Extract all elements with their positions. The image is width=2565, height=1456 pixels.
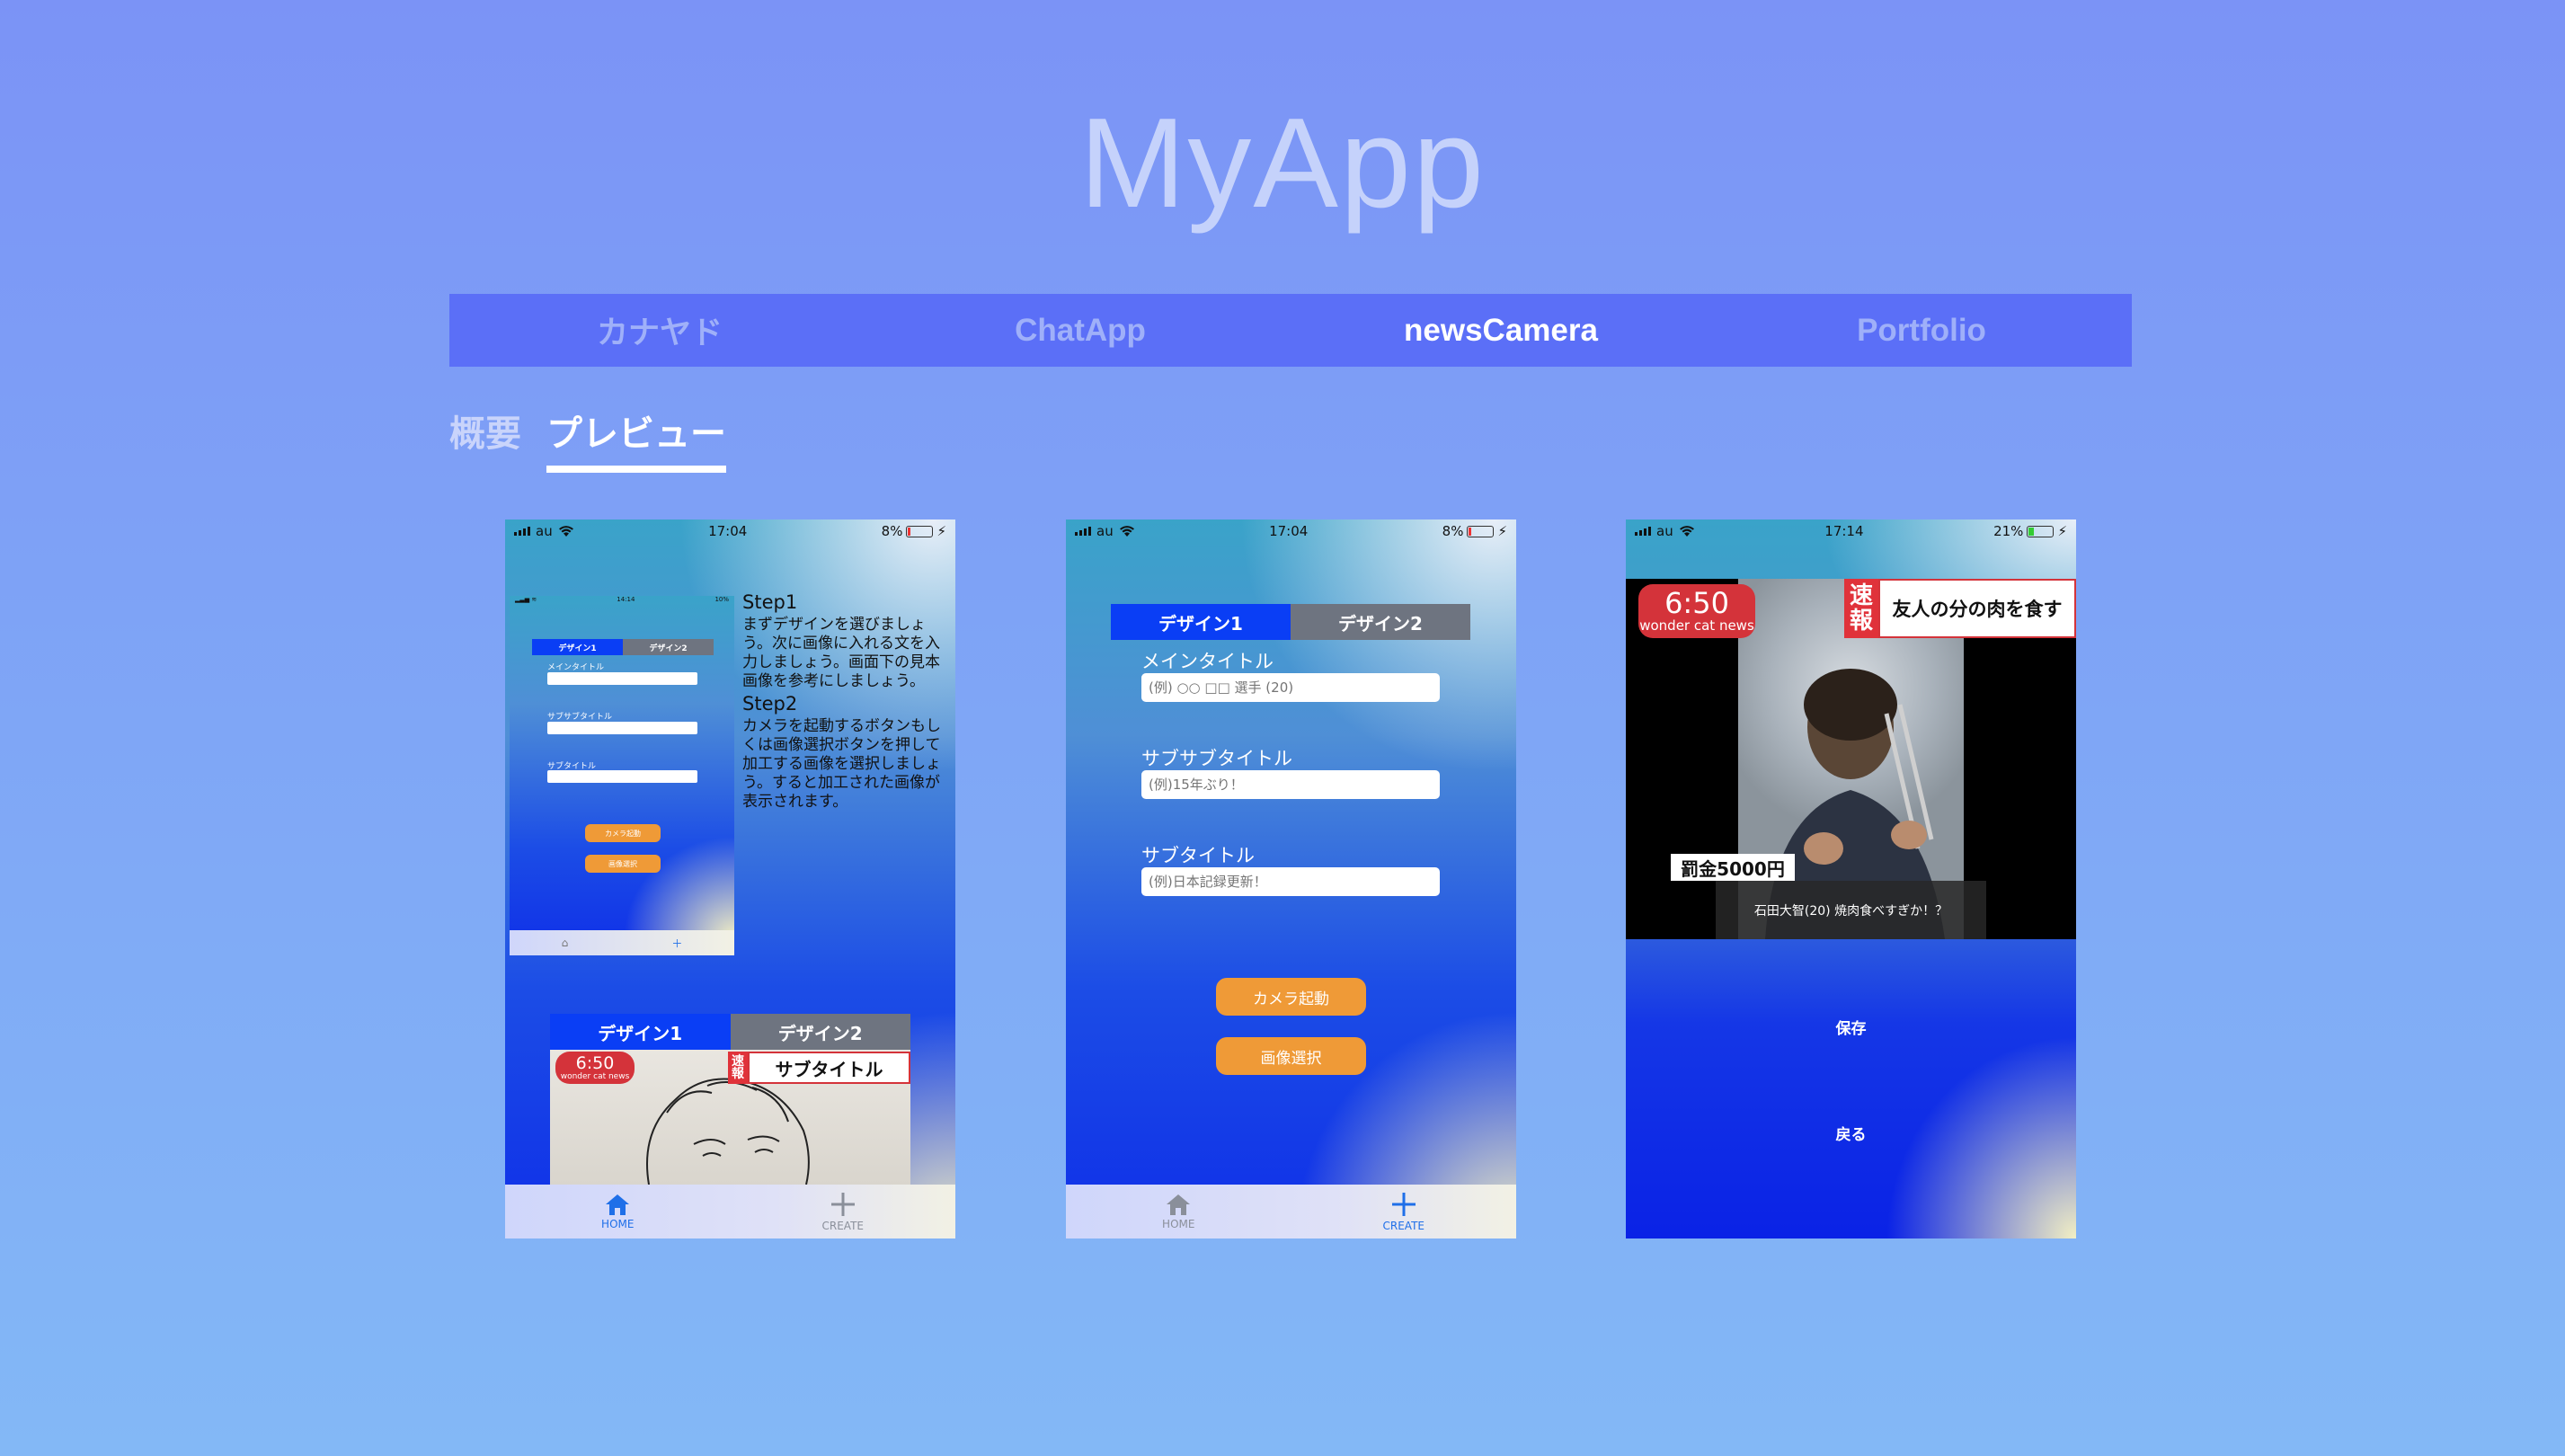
tab-bar: HOME CREATE [1066, 1185, 1516, 1238]
carrier-label: au [1656, 523, 1673, 539]
sample-seg-design1[interactable]: デザイン1 [550, 1014, 731, 1050]
sub-title-input[interactable] [1141, 867, 1440, 896]
subsub-title-input[interactable] [1141, 770, 1440, 799]
mini-input-sub [547, 770, 697, 783]
wifi-icon [1119, 525, 1134, 537]
back-button[interactable]: 戻る [1626, 1122, 2076, 1144]
step1-title: Step1 [742, 591, 798, 613]
nav-item-portfolio[interactable]: Portfolio [1711, 294, 2132, 367]
tab-create[interactable]: CREATE [731, 1185, 956, 1238]
step-instructions: Step1 まずデザインを選びましょう。次に画像に入れる文を入力しましょう。画面… [742, 593, 951, 812]
seg-design2[interactable]: デザイン2 [1291, 604, 1470, 640]
mini-image-button: 画像選択 [585, 855, 661, 873]
mini-input-subsub [547, 722, 697, 734]
battery-percent: 21% [1993, 523, 2024, 539]
mini-input-main [547, 672, 697, 685]
sample-time-badge: 6:50 wonder cat news [555, 1052, 635, 1084]
plus-icon [1391, 1193, 1416, 1216]
news-image-output: 6:50 wonder cat news 速報 友人の分の肉を食す 罰金5000… [1626, 579, 2076, 939]
nav-item-newscamera[interactable]: newsCamera [1291, 294, 1711, 367]
tab-overview[interactable]: 概要 [449, 404, 521, 473]
signal-icon [514, 527, 530, 536]
sample-design-segment: デザイン1 デザイン2 [550, 1014, 910, 1050]
news-time: 6:50 [1664, 586, 1729, 620]
battery-icon: 8% ⚡ [1442, 523, 1507, 539]
plus-icon [830, 1193, 855, 1216]
mini-status-time: 14:14 [617, 596, 635, 603]
phone-screenshot-2: au 17:04 8% ⚡ デザイン1 デザイン2 メインタイトル サブサブタイ… [1066, 519, 1516, 1238]
battery-percent: 8% [881, 523, 903, 539]
status-time: 17:04 [708, 523, 748, 539]
carrier-label: au [1096, 523, 1114, 539]
news-headline: 友人の分の肉を食す [1878, 579, 2076, 638]
sample-news-image: 6:50 wonder cat news 速報 サブタイトル [550, 1050, 910, 1185]
tab-preview[interactable]: プレビュー [546, 404, 726, 473]
step2-title: Step2 [742, 693, 798, 715]
mini-label-main: メインタイトル [547, 663, 605, 672]
signal-icon [1635, 527, 1651, 536]
tab-home-label: HOME [1162, 1218, 1195, 1230]
app-title: MyApp [1079, 92, 1486, 235]
phone-screenshot-1: au 17:04 8% ⚡ ▂▃▅ ≋ 14:14 10% デザイン1 デザイン… [505, 519, 955, 1238]
charging-icon: ⚡ [2057, 523, 2067, 539]
section-tabs: 概要 プレビュー [449, 404, 726, 473]
tab-home[interactable]: HOME [505, 1185, 731, 1238]
status-time: 17:14 [1824, 523, 1864, 539]
battery-percent: 8% [1442, 523, 1464, 539]
save-button[interactable]: 保存 [1626, 1016, 2076, 1038]
step1-body: まずデザインを選びましょう。次に画像に入れる文を入力しましょう。画面下の見本画像… [742, 616, 940, 690]
mini-seg-design2: デザイン2 [623, 639, 714, 655]
mini-app-screenshot: ▂▃▅ ≋ 14:14 10% デザイン1 デザイン2 メインタイトル サブサブ… [510, 596, 734, 955]
home-icon [606, 1194, 630, 1215]
main-title-label: メインタイトル [1141, 651, 1274, 672]
charging-icon: ⚡ [936, 523, 946, 539]
home-icon [1167, 1194, 1191, 1215]
design-segment: デザイン1 デザイン2 [1111, 604, 1470, 640]
mini-home-icon: ⌂ [561, 937, 569, 949]
news-brand: wonder cat news [1639, 617, 1754, 634]
tab-create-label: CREATE [1382, 1220, 1425, 1232]
mini-status-battery: 10% [714, 596, 729, 603]
tab-create[interactable]: CREATE [1291, 1185, 1517, 1238]
wifi-icon [558, 525, 573, 537]
status-bar: au 17:04 8% ⚡ [1066, 519, 1516, 543]
sample-brand: wonder cat news [560, 1071, 630, 1081]
mini-plus-icon: ＋ [671, 937, 683, 950]
signal-icon [1075, 527, 1091, 536]
status-bar: au 17:04 8% ⚡ [505, 519, 955, 543]
sample-breaking-badge: 速報 [728, 1052, 748, 1084]
battery-icon: 8% ⚡ [882, 523, 946, 539]
fine-label: 罰金5000円 [1671, 854, 1795, 881]
mini-camera-button: カメラ起動 [585, 824, 661, 842]
tab-bar: HOME CREATE [505, 1185, 955, 1238]
sample-time: 6:50 [575, 1052, 615, 1073]
tab-home-label: HOME [601, 1218, 635, 1230]
breaking-badge: 速報 [1844, 579, 1878, 638]
main-title-input[interactable] [1141, 673, 1440, 702]
carrier-label: au [536, 523, 553, 539]
subsub-title-label: サブサブタイトル [1141, 748, 1292, 769]
nav-item-chatapp[interactable]: ChatApp [870, 294, 1291, 367]
time-badge: 6:50 wonder cat news [1638, 584, 1755, 638]
status-bar: au 17:14 21% ⚡ [1626, 519, 2076, 543]
sample-seg-design2[interactable]: デザイン2 [730, 1014, 910, 1050]
nav-item-kanayado[interactable]: カナヤド [449, 294, 870, 367]
camera-launch-button[interactable]: カメラ起動 [1216, 978, 1366, 1016]
news-caption: 石田大智(20) 焼肉食べすぎか！？ [1716, 881, 1986, 939]
image-select-button[interactable]: 画像選択 [1216, 1037, 1366, 1075]
phone-screenshot-3: au 17:14 21% ⚡ 6:50 wonder cat news 速報 友 [1626, 519, 2076, 1238]
tab-home[interactable]: HOME [1066, 1185, 1291, 1238]
charging-icon: ⚡ [1497, 523, 1507, 539]
project-nav: カナヤド ChatApp newsCamera Portfolio [449, 294, 2132, 367]
seg-design1[interactable]: デザイン1 [1111, 604, 1291, 640]
wifi-icon [1679, 525, 1694, 537]
mini-label-subsub: サブサブタイトル [547, 713, 613, 722]
battery-icon: 21% ⚡ [1993, 523, 2067, 539]
mini-seg-design1: デザイン1 [532, 639, 623, 655]
sample-headline: サブタイトル [748, 1052, 910, 1084]
status-time: 17:04 [1269, 523, 1309, 539]
sub-title-label: サブタイトル [1141, 845, 1255, 866]
step2-body: カメラを起動するボタンもしくは画像選択ボタンを押して加工する画像を選択しましょう… [742, 717, 941, 811]
tab-create-label: CREATE [821, 1220, 865, 1232]
